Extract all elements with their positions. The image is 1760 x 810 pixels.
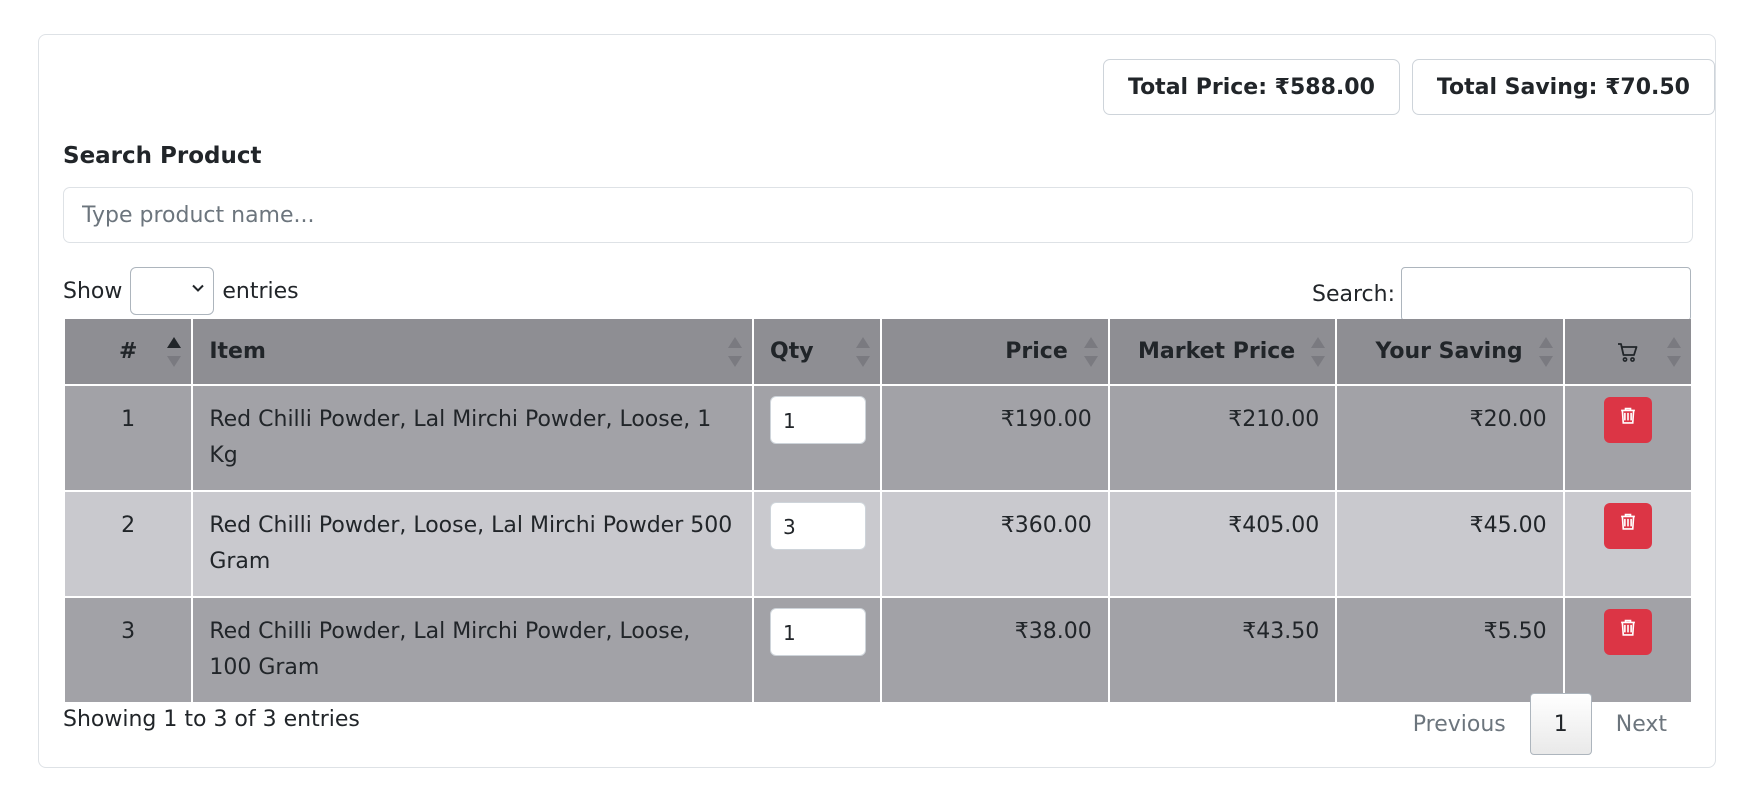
sort-icon — [728, 337, 743, 367]
sort-icon — [1311, 337, 1326, 367]
column-header-label: # — [118, 339, 138, 364]
totals-bar: Total Price: ₹588.00 Total Saving: ₹70.5… — [1102, 59, 1715, 115]
delete-button[interactable] — [1603, 397, 1652, 443]
total-price-badge: Total Price: ₹588.00 — [1102, 59, 1400, 115]
item-name: Red Chilli Powder, Loose, Lal Mirchi Pow… — [191, 491, 755, 598]
filter-label: Search: — [1312, 281, 1395, 307]
trash-icon — [1618, 614, 1638, 650]
column-header-number[interactable]: # — [62, 319, 194, 386]
chevron-down-icon — [191, 280, 205, 299]
saving-cell: ₹5.50 — [1335, 597, 1565, 704]
cart-card: Total Price: ₹588.00 Total Saving: ₹70.5… — [38, 34, 1716, 768]
total-saving-badge: Total Saving: ₹70.50 — [1411, 59, 1715, 115]
saving-cell: ₹20.00 — [1335, 385, 1565, 492]
delete-button[interactable] — [1603, 609, 1652, 655]
price-cell: ₹190.00 — [880, 385, 1110, 492]
row-number: 1 — [62, 385, 194, 492]
search-product-input[interactable] — [63, 187, 1693, 243]
sort-icon — [856, 337, 871, 367]
page-1-button[interactable]: 1 — [1529, 693, 1592, 755]
trash-icon — [1618, 508, 1638, 544]
price-cell: ₹360.00 — [880, 491, 1110, 598]
column-header-label: Your Saving — [1375, 339, 1523, 364]
saving-cell: ₹45.00 — [1335, 491, 1565, 598]
previous-page-button[interactable]: Previous — [1389, 693, 1530, 755]
delete-button[interactable] — [1603, 503, 1652, 549]
show-label: Show — [63, 278, 123, 304]
action-cell — [1562, 491, 1694, 598]
table-info: Showing 1 to 3 of 3 entries — [63, 707, 360, 732]
qty-cell: 1 — [752, 385, 883, 492]
sort-icon — [1083, 337, 1098, 367]
table-row: 2 Red Chilli Powder, Loose, Lal Mirchi P… — [62, 491, 1694, 598]
entries-length-control: Show entries — [63, 267, 299, 315]
column-header-label: Market Price — [1138, 339, 1296, 364]
entries-select[interactable] — [130, 267, 215, 315]
next-page-button[interactable]: Next — [1592, 693, 1691, 755]
search-product-label: Search Product — [63, 143, 262, 169]
column-header-your-saving[interactable]: Your Saving — [1335, 319, 1565, 386]
table-row: 3 Red Chilli Powder, Lal Mirchi Powder, … — [62, 597, 1694, 704]
entries-label: entries — [222, 278, 299, 304]
sort-icon — [1667, 337, 1681, 367]
filter-input[interactable] — [1401, 267, 1691, 321]
table-row: 1 Red Chilli Powder, Lal Mirchi Powder, … — [62, 385, 1694, 492]
column-header-price[interactable]: Price — [880, 319, 1110, 386]
qty-input[interactable]: 1 — [770, 608, 867, 656]
column-header-market-price[interactable]: Market Price — [1107, 319, 1338, 386]
column-header-label: Item — [209, 339, 266, 364]
qty-cell: 1 — [752, 597, 883, 704]
market-price-cell: ₹405.00 — [1107, 491, 1338, 598]
sort-icon — [1538, 337, 1553, 367]
cart-table: # Item Qty Price Market Price Your Savin… — [62, 319, 1694, 704]
market-price-cell: ₹43.50 — [1107, 597, 1338, 704]
cart-icon — [1616, 339, 1640, 364]
column-header-label: Price — [1005, 339, 1068, 364]
table-header-row: # Item Qty Price Market Price Your Savin… — [62, 319, 1694, 386]
market-price-cell: ₹210.00 — [1107, 385, 1338, 492]
qty-cell: 3 — [752, 491, 883, 598]
qty-input[interactable]: 3 — [770, 502, 867, 550]
item-name: Red Chilli Powder, Lal Mirchi Powder, Lo… — [191, 385, 755, 492]
sort-ascending-icon — [167, 337, 182, 367]
row-number: 2 — [62, 491, 194, 598]
action-cell — [1562, 597, 1694, 704]
column-header-item[interactable]: Item — [191, 319, 755, 386]
column-header-label: Qty — [770, 339, 814, 364]
column-header-cart[interactable] — [1562, 319, 1694, 386]
price-cell: ₹38.00 — [880, 597, 1110, 704]
row-number: 3 — [62, 597, 194, 704]
action-cell — [1562, 385, 1694, 492]
qty-input[interactable]: 1 — [770, 396, 867, 444]
table-filter: Search: — [1312, 267, 1691, 321]
item-name: Red Chilli Powder, Lal Mirchi Powder, Lo… — [191, 597, 755, 704]
trash-icon — [1618, 402, 1638, 438]
pagination: Previous 1 Next — [1389, 693, 1691, 755]
column-header-qty[interactable]: Qty — [752, 319, 883, 386]
